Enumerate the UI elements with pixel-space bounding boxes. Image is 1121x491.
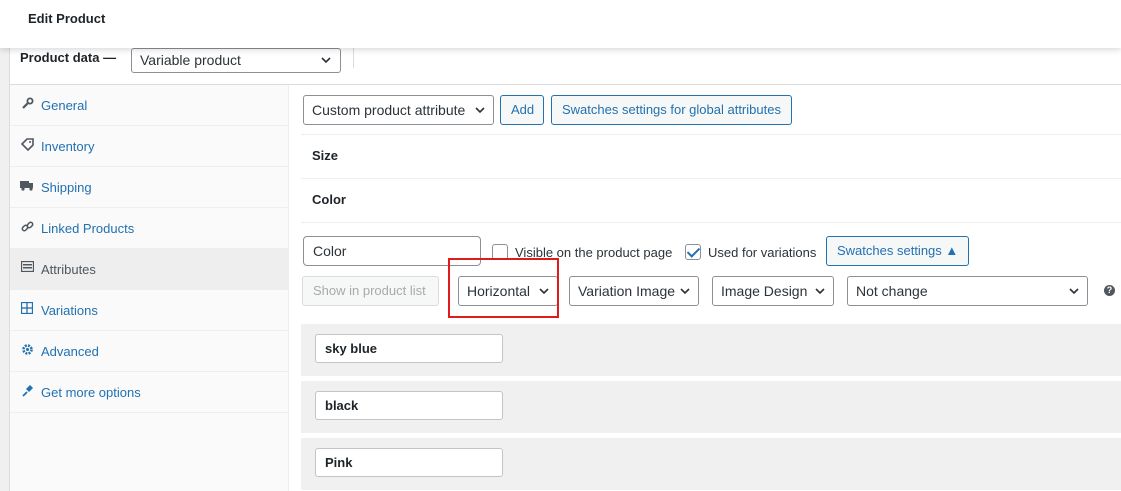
attribute-row-size[interactable]: Size bbox=[301, 135, 1121, 179]
truck-icon bbox=[20, 179, 34, 193]
product-data-panel: Product data — Variable product General … bbox=[9, 48, 1121, 491]
color-attribute-detail: Color Visible on the product page Used f… bbox=[301, 223, 1121, 491]
tab-general[interactable]: General bbox=[10, 85, 289, 126]
tab-label: Variations bbox=[41, 303, 98, 318]
chevron-down-icon bbox=[679, 285, 691, 297]
chevron-down-icon bbox=[1068, 285, 1080, 297]
divider bbox=[353, 48, 354, 68]
top-bar: Edit Product bbox=[0, 0, 1121, 48]
swatch-type-value: Variation Image bbox=[578, 283, 676, 299]
product-data-label: Product data — bbox=[20, 50, 117, 65]
attribute-type-select[interactable]: Custom product attribute bbox=[303, 95, 494, 125]
product-data-tabs: General Inventory Shipping Linked Produc… bbox=[10, 85, 289, 491]
attribute-name: Color bbox=[312, 192, 346, 207]
tab-get-more-options[interactable]: Get more options bbox=[10, 372, 289, 413]
swatches-settings-button[interactable]: Swatches settings ▲ bbox=[826, 236, 969, 266]
tab-label: Linked Products bbox=[41, 221, 135, 236]
tab-shipping[interactable]: Shipping bbox=[10, 167, 289, 208]
tab-advanced[interactable]: Advanced bbox=[10, 331, 289, 372]
used-for-variations-label: Used for variations bbox=[708, 245, 817, 260]
chevron-down-icon bbox=[474, 104, 486, 116]
gear-icon bbox=[20, 343, 34, 357]
tab-label: Get more options bbox=[41, 385, 141, 400]
term-row: black bbox=[301, 381, 1121, 433]
term-row: sky blue bbox=[301, 324, 1121, 376]
change-image-value: Not change bbox=[856, 283, 928, 299]
swatch-type-select[interactable]: Variation Image bbox=[569, 276, 699, 306]
help-icon[interactable]: ? bbox=[1104, 285, 1115, 296]
wrench-icon bbox=[20, 97, 34, 111]
design-select[interactable]: Image Design bbox=[712, 276, 834, 306]
chevron-down-icon bbox=[814, 285, 826, 297]
swatches-global-settings-button[interactable]: Swatches settings for global attributes bbox=[551, 95, 792, 125]
grid-icon bbox=[20, 301, 34, 316]
link-icon bbox=[20, 220, 34, 234]
attribute-row-color[interactable]: Color bbox=[301, 179, 1121, 223]
change-image-select[interactable]: Not change bbox=[847, 276, 1088, 306]
term-name-input[interactable]: black bbox=[315, 391, 503, 420]
product-type-select[interactable]: Variable product bbox=[131, 48, 341, 73]
chevron-down-icon bbox=[320, 54, 332, 66]
tab-label: Inventory bbox=[41, 139, 95, 154]
tag-icon bbox=[20, 138, 34, 152]
list-icon bbox=[20, 260, 34, 275]
tab-linked-products[interactable]: Linked Products bbox=[10, 208, 289, 249]
plugin-icon bbox=[20, 384, 34, 398]
page-title: Edit Product bbox=[28, 11, 106, 26]
term-name-input[interactable]: Pink bbox=[315, 448, 503, 477]
tab-attributes[interactable]: Attributes bbox=[10, 249, 289, 290]
attribute-type-value: Custom product attribute bbox=[312, 102, 466, 118]
used-for-variations-checkbox[interactable] bbox=[685, 244, 701, 260]
term-name-input[interactable]: sky blue bbox=[315, 334, 503, 363]
tab-label: Advanced bbox=[41, 344, 99, 359]
design-select-value: Image Design bbox=[721, 283, 808, 299]
tab-variations[interactable]: Variations bbox=[10, 290, 289, 331]
attributes-panel: Custom product attribute Add Swatches se… bbox=[301, 85, 1121, 491]
show-in-product-list-button[interactable]: Show in product list bbox=[302, 276, 439, 306]
tab-inventory[interactable]: Inventory bbox=[10, 126, 289, 167]
product-type-value: Variable product bbox=[140, 52, 241, 68]
attributes-toolbar: Custom product attribute Add Swatches se… bbox=[301, 85, 1121, 135]
product-data-header: Product data — Variable product bbox=[10, 48, 1121, 85]
term-row: Pink bbox=[301, 438, 1121, 490]
tab-label: Attributes bbox=[41, 262, 96, 277]
tab-label: Shipping bbox=[41, 180, 92, 195]
add-attribute-button[interactable]: Add bbox=[500, 95, 544, 125]
attribute-name: Size bbox=[312, 148, 339, 163]
tab-label: General bbox=[41, 98, 88, 113]
highlight-box bbox=[448, 258, 559, 318]
